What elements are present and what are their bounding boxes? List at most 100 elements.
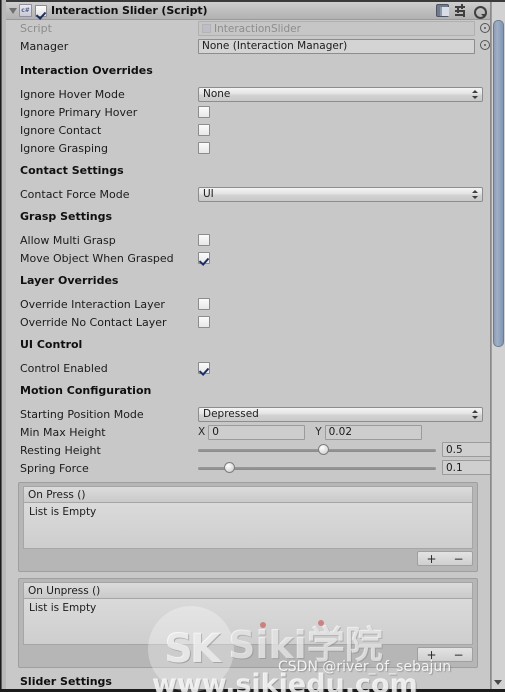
field-label: Move Object When Grasped bbox=[20, 251, 174, 265]
allow-multi-grasp-checkbox[interactable] bbox=[198, 234, 210, 246]
min-max-height-vector2: X 0 Y 0.02 bbox=[198, 424, 432, 440]
add-event-button[interactable]: + bbox=[426, 649, 436, 661]
empty-list-text: List is Empty bbox=[29, 602, 97, 614]
field-row-ignore-primary-hover: Ignore Primary Hover bbox=[6, 103, 490, 121]
input-value: 0.5 bbox=[446, 443, 463, 456]
field-label: Contact Force Mode bbox=[20, 187, 130, 201]
chevron-updown-icon bbox=[471, 89, 478, 100]
field-row-contact-force-mode: Contact Force Mode UI bbox=[6, 185, 490, 203]
section-header-motion-configuration: Motion Configuration bbox=[6, 384, 490, 405]
section-header-contact-settings: Contact Settings bbox=[6, 164, 490, 185]
field-label: Control Enabled bbox=[20, 361, 108, 375]
field-row-script: Script InteractionSlider bbox=[6, 20, 490, 37]
csharp-script-icon: c# bbox=[19, 4, 32, 17]
override-interaction-layer-checkbox[interactable] bbox=[198, 298, 210, 310]
chevron-updown-icon bbox=[471, 409, 478, 420]
field-row-allow-multi-grasp: Allow Multi Grasp bbox=[6, 231, 490, 249]
field-label: Override Interaction Layer bbox=[20, 297, 165, 311]
field-label: Ignore Hover Mode bbox=[20, 87, 125, 101]
resting-height-slider-track[interactable] bbox=[198, 449, 436, 452]
watermark-dot-icon bbox=[318, 620, 324, 626]
ignore-grasping-checkbox[interactable] bbox=[198, 142, 210, 154]
section-header-interaction-overrides: Interaction Overrides bbox=[6, 64, 490, 85]
field-label: Spring Force bbox=[20, 462, 89, 475]
preset-icon[interactable] bbox=[454, 4, 467, 17]
resting-height-value-input[interactable]: 0.5 bbox=[442, 442, 490, 457]
spring-force-slider-thumb[interactable] bbox=[224, 462, 235, 473]
object-picker-icon[interactable] bbox=[480, 23, 490, 33]
section-title: UI Control bbox=[20, 338, 83, 351]
foldout-triangle-icon[interactable] bbox=[6, 2, 19, 19]
remove-event-button[interactable]: − bbox=[453, 553, 463, 565]
field-label: Manager bbox=[20, 39, 69, 53]
empty-list-text: List is Empty bbox=[29, 506, 97, 518]
help-book-icon[interactable] bbox=[436, 4, 449, 17]
section-title: Slider Settings bbox=[20, 675, 112, 688]
field-label: Ignore Contact bbox=[20, 123, 102, 137]
field-row-ignore-contact: Ignore Contact bbox=[6, 121, 490, 139]
resting-height-slider-thumb[interactable] bbox=[318, 444, 329, 455]
ignore-primary-hover-checkbox[interactable] bbox=[198, 106, 210, 118]
field-label: Ignore Primary Hover bbox=[20, 105, 138, 119]
input-value: 0.02 bbox=[328, 426, 353, 438]
field-row-ignore-hover-mode: Ignore Hover Mode None bbox=[6, 85, 490, 103]
field-label: Script bbox=[20, 22, 52, 35]
component-enabled-checkbox[interactable] bbox=[35, 4, 47, 17]
section-header-ui-control: UI Control bbox=[6, 338, 490, 359]
ignore-hover-mode-dropdown[interactable]: None bbox=[198, 86, 483, 102]
input-value: 0.1 bbox=[446, 461, 463, 474]
vertical-scrollbar-thumb[interactable] bbox=[493, 20, 504, 347]
gear-icon[interactable] bbox=[472, 4, 487, 19]
field-row-control-enabled: Control Enabled bbox=[6, 359, 490, 377]
header-icon-group bbox=[436, 4, 490, 19]
component-header[interactable]: c# Interaction Slider (Script) bbox=[6, 2, 490, 20]
section-header-layer-overrides: Layer Overrides bbox=[6, 274, 490, 295]
spring-force-value-input[interactable]: 0.1 bbox=[442, 460, 490, 475]
event-list-body[interactable]: List is Empty bbox=[23, 598, 473, 645]
contact-force-mode-dropdown[interactable]: UI bbox=[198, 186, 483, 202]
field-row-starting-position-mode: Starting Position Mode Depressed bbox=[6, 405, 490, 423]
ignore-contact-checkbox[interactable] bbox=[198, 124, 210, 136]
field-row-move-object-when-grasped: Move Object When Grasped bbox=[6, 249, 490, 267]
scroll-down-arrow-icon[interactable] bbox=[494, 680, 502, 685]
field-label: Starting Position Mode bbox=[20, 407, 144, 421]
script-asset-icon bbox=[202, 24, 211, 33]
object-picker-icon[interactable] bbox=[480, 40, 490, 50]
component-title: Interaction Slider (Script) bbox=[51, 4, 208, 17]
event-list-footer: + − bbox=[23, 550, 473, 567]
manager-object-field[interactable]: None (Interaction Manager) bbox=[198, 38, 475, 54]
script-object-field: InteractionSlider bbox=[198, 21, 475, 36]
min-height-input[interactable]: 0 bbox=[208, 424, 306, 440]
move-object-when-grasped-checkbox[interactable] bbox=[198, 252, 210, 264]
starting-position-mode-dropdown[interactable]: Depressed bbox=[198, 406, 483, 422]
field-label: Min Max Height bbox=[20, 425, 106, 439]
vertical-scrollbar-track[interactable] bbox=[490, 2, 505, 689]
section-header-grasp-settings: Grasp Settings bbox=[6, 210, 490, 231]
x-axis-label: X bbox=[198, 426, 206, 438]
section-title: Layer Overrides bbox=[20, 274, 119, 287]
event-list-title: On Press () bbox=[23, 486, 473, 502]
override-no-contact-layer-checkbox[interactable] bbox=[198, 316, 210, 328]
section-title: Interaction Overrides bbox=[20, 64, 153, 77]
max-height-input[interactable]: 0.02 bbox=[324, 424, 422, 440]
field-row-override-interaction-layer: Override Interaction Layer bbox=[6, 295, 490, 313]
dropdown-value: Depressed bbox=[203, 408, 259, 420]
input-value: 0 bbox=[212, 426, 219, 438]
dropdown-value: UI bbox=[203, 188, 214, 200]
event-list-body[interactable]: List is Empty bbox=[23, 502, 473, 549]
event-list-footer: + − bbox=[23, 646, 473, 663]
field-row-manager: Manager None (Interaction Manager) bbox=[6, 37, 490, 55]
section-title: Grasp Settings bbox=[20, 210, 113, 223]
field-label: Allow Multi Grasp bbox=[20, 233, 116, 247]
field-row-override-no-contact-layer: Override No Contact Layer bbox=[6, 313, 490, 331]
add-event-button[interactable]: + bbox=[426, 553, 436, 565]
y-axis-label: Y bbox=[315, 426, 322, 438]
control-enabled-checkbox[interactable] bbox=[198, 362, 210, 374]
field-label: Override No Contact Layer bbox=[20, 315, 167, 329]
section-header-slider-settings: Slider Settings bbox=[6, 675, 490, 689]
field-value: None (Interaction Manager) bbox=[202, 40, 348, 52]
remove-event-button[interactable]: − bbox=[453, 649, 463, 661]
chevron-updown-icon bbox=[471, 189, 478, 200]
field-label: Resting Height bbox=[20, 444, 101, 457]
field-row-ignore-grasping: Ignore Grasping bbox=[6, 139, 490, 157]
